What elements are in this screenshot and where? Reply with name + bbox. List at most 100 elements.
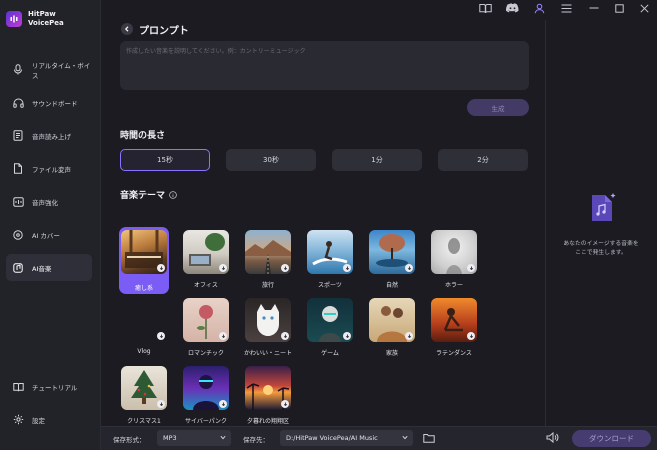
format-select[interactable]: MP3 xyxy=(157,430,231,446)
maximize-icon[interactable] xyxy=(612,1,626,15)
theme-tile-office[interactable]: オフィス xyxy=(183,230,229,289)
theme-label: 自然 xyxy=(385,282,398,289)
theme-tile-sports[interactable]: スポーツ xyxy=(307,230,353,289)
app-name-line2: VoicePea xyxy=(28,19,64,27)
manual-icon[interactable] xyxy=(478,1,492,15)
duration-option-15s[interactable]: 15秒 xyxy=(120,149,210,171)
text-to-speech-icon xyxy=(12,130,24,142)
theme-tile-vlog[interactable]: Vlog xyxy=(121,298,167,355)
theme-tile-horror[interactable]: ホラー xyxy=(431,230,477,289)
theme-tile-latin-dance[interactable]: ラテンダンス xyxy=(431,298,477,357)
download-button[interactable]: ダウンロード xyxy=(572,430,651,447)
theme-thumbnail xyxy=(369,230,415,274)
download-icon[interactable] xyxy=(281,400,289,408)
destination-select[interactable]: D:/HitPaw VoicePea/AI Music xyxy=(280,430,413,446)
download-icon[interactable] xyxy=(157,332,165,340)
theme-tile-cute[interactable]: かわいい・ニート xyxy=(244,298,292,357)
theme-label: ゲーム xyxy=(321,350,339,357)
chevron-left-icon xyxy=(124,26,129,32)
sidebar-item-soundboard[interactable]: サウンドボード xyxy=(6,89,92,116)
theme-title-row: 音楽テーマ xyxy=(120,188,177,201)
sidebar-item-file-voice-change[interactable]: ファイル変声 xyxy=(6,155,92,182)
theme-tile-nature[interactable]: 自然 xyxy=(369,230,415,289)
theme-tile-romantic[interactable]: ロマンチック xyxy=(183,298,229,357)
download-icon[interactable] xyxy=(157,264,165,272)
format-value: MP3 xyxy=(163,434,177,442)
download-icon[interactable] xyxy=(281,264,289,272)
sidebar-item-text-to-speech[interactable]: 音声読み上げ xyxy=(6,122,92,149)
download-icon[interactable] xyxy=(467,332,475,340)
theme-tile-christmas[interactable]: クリスマス1 xyxy=(121,366,167,425)
duration-option-2m[interactable]: 2分 xyxy=(438,149,528,171)
headphones-icon xyxy=(12,97,24,109)
theme-tile-family[interactable]: 家族 xyxy=(369,298,415,357)
chevron-down-icon xyxy=(220,435,226,440)
sidebar-item-voice-enhance[interactable]: 音声強化 xyxy=(6,188,92,215)
download-icon[interactable] xyxy=(405,264,413,272)
download-icon[interactable] xyxy=(343,264,351,272)
menu-icon[interactable] xyxy=(559,1,573,15)
theme-label: ホラー xyxy=(444,282,463,289)
theme-label: かわいい・ニート xyxy=(243,350,292,357)
theme-label: オフィス xyxy=(194,282,218,289)
theme-tile-sunset[interactable]: 夕暮れの翔翔区 xyxy=(245,366,291,425)
download-icon[interactable] xyxy=(405,332,413,340)
sidebar-bottom: チュートリアル 設定 xyxy=(6,373,92,439)
microphone-icon xyxy=(12,64,24,76)
theme-thumbnail xyxy=(431,298,477,342)
destination-label: 保存先： xyxy=(243,436,269,444)
generate-button[interactable]: 生成 xyxy=(467,99,529,116)
sidebar-item-label: AI カバー xyxy=(32,231,60,240)
theme-thumbnail xyxy=(183,230,229,274)
theme-thumbnail xyxy=(245,298,291,342)
theme-tile-healing[interactable]: 癒し系 xyxy=(121,230,167,292)
theme-thumbnail xyxy=(245,366,291,410)
theme-label: サイバーパンク xyxy=(184,418,228,425)
theme-thumbnail xyxy=(121,298,167,342)
download-icon[interactable] xyxy=(157,400,165,408)
download-icon[interactable] xyxy=(467,264,475,272)
duration-option-1m[interactable]: 1分 xyxy=(332,149,422,171)
theme-label: ロマンチック xyxy=(187,350,224,357)
download-icon[interactable] xyxy=(281,332,289,340)
theme-title: 音楽テーマ xyxy=(120,191,166,201)
book-icon xyxy=(12,381,24,393)
folder-icon[interactable] xyxy=(423,433,435,445)
theme-thumbnail xyxy=(431,230,477,274)
back-button[interactable] xyxy=(121,23,133,35)
theme-tile-cyberpunk[interactable]: サイバーパンク xyxy=(183,366,229,425)
download-icon[interactable] xyxy=(219,264,227,272)
sidebar-item-tutorial[interactable]: チュートリアル xyxy=(6,373,92,400)
sidebar-item-settings[interactable]: 設定 xyxy=(6,406,92,433)
user-icon[interactable] xyxy=(532,1,546,15)
app-name-line1: HitPaw xyxy=(28,10,56,18)
theme-label: 旅行 xyxy=(261,282,274,289)
close-icon[interactable] xyxy=(637,1,651,15)
preview-hint-line2: ここで発生します。 xyxy=(575,250,627,256)
sidebar-item-realtime-voice[interactable]: リアルタイム・ボイス xyxy=(6,56,92,83)
sidebar-item-ai-music[interactable]: AI音楽 xyxy=(6,254,92,281)
sidebar-item-ai-cover[interactable]: AI カバー xyxy=(6,221,92,248)
sidebar-nav: リアルタイム・ボイス サウンドボード 音声読み上げ ファイル変声 音声強化 AI… xyxy=(6,56,92,287)
file-icon xyxy=(12,163,24,175)
download-icon[interactable] xyxy=(343,332,351,340)
theme-label: ラテンダンス xyxy=(436,350,472,357)
download-icon[interactable] xyxy=(219,332,227,340)
minimize-icon[interactable] xyxy=(587,1,601,15)
theme-thumbnail xyxy=(307,230,353,274)
theme-tile-travel[interactable]: 旅行 xyxy=(245,230,291,289)
download-icon[interactable] xyxy=(219,400,227,408)
info-icon[interactable] xyxy=(169,190,177,199)
discord-icon[interactable] xyxy=(505,1,519,15)
theme-thumbnail xyxy=(183,366,229,410)
sidebar-item-label: ファイル変声 xyxy=(32,165,71,174)
theme-tile-game[interactable]: ゲーム xyxy=(307,298,353,357)
duration-option-30s[interactable]: 30秒 xyxy=(226,149,316,171)
prompt-input[interactable]: 作成したい音楽を説明してください。例：カントリーミュージック xyxy=(120,41,529,90)
preview-hint-line1: あなたのイメージする音楽を xyxy=(563,241,639,247)
theme-label: 家族 xyxy=(385,350,398,357)
volume-icon[interactable] xyxy=(546,431,559,445)
theme-thumbnail xyxy=(245,230,291,274)
theme-thumbnail xyxy=(183,298,229,342)
enhance-icon xyxy=(12,196,24,208)
